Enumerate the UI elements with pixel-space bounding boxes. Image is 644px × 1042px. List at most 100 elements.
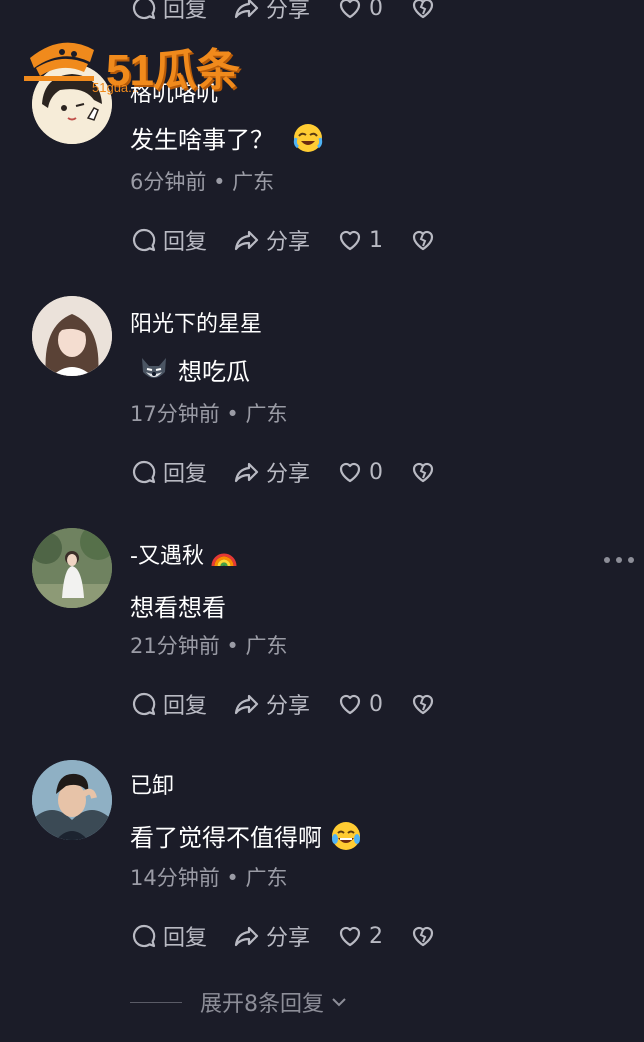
dislike-button[interactable] — [409, 690, 437, 718]
meta-separator: • — [213, 170, 233, 194]
share-arrow-icon — [234, 694, 259, 715]
heart-icon — [339, 462, 361, 483]
timestamp: 14分钟前 — [130, 866, 220, 890]
expand-replies-button[interactable]: 展开8条回复 — [130, 988, 350, 1017]
region: 广东 — [232, 170, 275, 194]
heart-icon — [339, 230, 361, 251]
share-arrow-icon — [234, 230, 259, 251]
like-button[interactable]: 0 — [336, 458, 383, 486]
comment-text-content: 想吃瓜 — [178, 358, 250, 386]
more-dot — [604, 557, 610, 563]
watermark-logo: 51瓜条 51gua... — [22, 28, 252, 98]
like-button[interactable]: 0 — [336, 0, 383, 22]
reply-button[interactable]: 回复 — [130, 224, 207, 256]
comment-bubble-icon — [132, 460, 156, 484]
share-arrow-icon — [234, 926, 259, 947]
like-count: 0 — [369, 691, 384, 717]
comment-text: 发生啥事了？ — [130, 120, 324, 155]
joy-emoji-icon — [332, 821, 360, 850]
comment-text-content: 看了觉得不值得啊 — [130, 824, 322, 852]
reply-label: 回复 — [163, 462, 208, 487]
reply-label: 回复 — [163, 694, 208, 719]
timestamp: 17分钟前 — [130, 402, 220, 426]
region: 广东 — [245, 866, 288, 890]
comment-meta: 17分钟前 • 广东 — [130, 398, 287, 428]
reply-button[interactable]: 回复 — [130, 0, 207, 24]
meta-separator: • — [226, 634, 246, 658]
comment-text-content: 发生啥事了？ — [130, 126, 274, 154]
more-dot — [616, 557, 622, 563]
rainbow-emoji-icon — [211, 553, 237, 567]
broken-heart-icon — [412, 462, 434, 483]
comment-bubble-icon — [132, 924, 156, 948]
comment-bubble-icon — [132, 692, 156, 716]
comment-text-content: 想看想看 — [130, 594, 226, 622]
avatar[interactable] — [32, 760, 112, 840]
comment-bubble-icon — [132, 228, 156, 252]
username[interactable]: 阳光下的星星 — [130, 306, 262, 338]
dislike-button[interactable] — [409, 458, 437, 486]
avatar[interactable] — [32, 528, 112, 608]
heart-icon — [339, 926, 361, 947]
broken-heart-icon — [412, 0, 434, 19]
broken-heart-icon — [412, 694, 434, 715]
more-options-icon[interactable] — [604, 553, 634, 567]
like-count: 0 — [369, 0, 384, 21]
meta-separator: • — [226, 866, 246, 890]
share-label: 分享 — [266, 462, 311, 487]
share-label: 分享 — [266, 230, 311, 255]
share-button[interactable]: 分享 — [233, 688, 310, 720]
share-arrow-icon — [234, 0, 259, 19]
username[interactable]: 已卸 — [130, 768, 174, 800]
share-arrow-icon — [234, 462, 259, 483]
watermark-subtext: 51gua... — [92, 80, 139, 95]
reply-button[interactable]: 回复 — [130, 688, 207, 720]
comment-meta: 6分钟前 • 广东 — [130, 166, 274, 196]
watermelon-icon — [24, 42, 94, 81]
region: 广东 — [245, 402, 288, 426]
comment-actions: 回复 分享 0 — [130, 688, 463, 720]
comment-meta: 14分钟前 • 广东 — [130, 862, 287, 892]
reply-button[interactable]: 回复 — [130, 920, 207, 952]
share-label: 分享 — [266, 926, 311, 951]
prev-comment-actions: 回复 分享 0 — [130, 0, 463, 24]
like-count: 2 — [369, 923, 384, 949]
like-button[interactable]: 0 — [336, 690, 383, 718]
like-count: 0 — [369, 459, 384, 485]
comment-actions: 回复 分享 0 — [130, 456, 463, 488]
username-text: -又遇秋 — [130, 544, 204, 569]
broken-heart-icon — [412, 926, 434, 947]
dislike-button[interactable] — [409, 922, 437, 950]
share-label: 分享 — [266, 0, 311, 23]
share-button[interactable]: 分享 — [233, 920, 310, 952]
like-button[interactable]: 1 — [336, 226, 383, 254]
timestamp: 21分钟前 — [130, 634, 220, 658]
dislike-button[interactable] — [409, 0, 437, 22]
broken-heart-icon — [412, 230, 434, 251]
reply-label: 回复 — [163, 0, 208, 23]
share-button[interactable]: 分享 — [233, 0, 310, 24]
comment-text: 想看想看 — [130, 588, 226, 623]
comment-text: 想吃瓜 — [130, 352, 250, 387]
like-count: 1 — [369, 227, 384, 253]
expand-replies-label: 展开8条回复 — [200, 992, 324, 1017]
share-label: 分享 — [266, 694, 311, 719]
reply-button[interactable]: 回复 — [130, 456, 207, 488]
reply-label: 回复 — [163, 926, 208, 951]
wolf-face-emoji-icon — [142, 357, 166, 378]
comment-actions: 回复 分享 2 — [130, 920, 463, 952]
chevron-down-icon — [332, 998, 346, 1007]
comment-text: 看了觉得不值得啊 — [130, 818, 362, 853]
share-button[interactable]: 分享 — [233, 224, 310, 256]
timestamp: 6分钟前 — [130, 170, 207, 194]
reply-label: 回复 — [163, 230, 208, 255]
more-dot — [628, 557, 634, 563]
share-button[interactable]: 分享 — [233, 456, 310, 488]
like-button[interactable]: 2 — [336, 922, 383, 950]
divider-line — [130, 1001, 182, 1003]
avatar[interactable] — [32, 296, 112, 376]
region: 广东 — [245, 634, 288, 658]
dislike-button[interactable] — [409, 226, 437, 254]
laugh-cry-emoji-icon — [293, 123, 323, 152]
username[interactable]: -又遇秋 — [130, 538, 237, 570]
